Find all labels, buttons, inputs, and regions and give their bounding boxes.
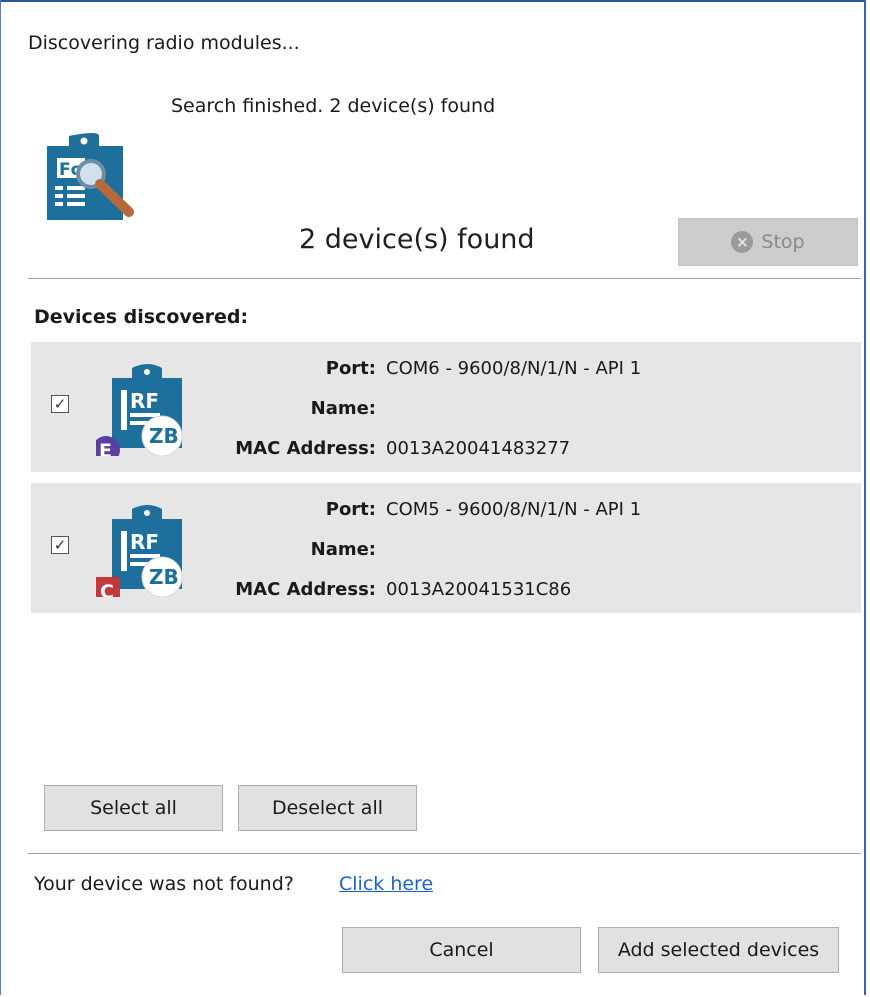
mac-value: 0013A20041531C86 [386,579,572,600]
device-not-found-text: Your device was not found? [34,873,294,895]
mac-label: MAC Address: [235,579,376,600]
dialog-title: Discovering radio modules... [28,32,300,54]
device-row[interactable]: ✓ RF ZB E Port: COM6 - 9600/8/N/1/N - AP… [31,342,861,472]
port-value: COM5 - 9600/8/N/1/N - API 1 [386,499,642,520]
mac-label: MAC Address: [235,438,376,459]
stop-icon: × [731,231,754,253]
mac-value: 0013A20041483277 [386,438,571,459]
click-here-link[interactable]: Click here [339,873,433,895]
stop-button[interactable]: × Stop [678,218,858,266]
search-status: Search finished. 2 device(s) found [171,95,496,117]
device-count: 2 device(s) found [299,224,535,255]
discovery-dialog: Discovering radio modules... Fc Search f… [0,0,866,995]
select-all-button[interactable]: Select all [44,785,223,831]
name-label: Name: [310,398,376,419]
add-selected-devices-button[interactable]: Add selected devices [598,927,839,973]
divider [28,853,861,854]
devices-heading: Devices discovered: [34,306,249,328]
port-label: Port: [325,499,376,520]
name-label: Name: [310,539,376,560]
port-value: COM6 - 9600/8/N/1/N - API 1 [386,358,642,379]
divider [28,278,861,279]
device-row[interactable]: ✓ RF ZB C Port: COM5 - 9600/8/N/1/N - AP… [31,483,861,613]
deselect-all-button[interactable]: Deselect all [238,785,417,831]
radio-discovery-icon: Fc [39,132,139,228]
stop-label: Stop [761,231,805,253]
port-label: Port: [325,358,376,379]
cancel-button[interactable]: Cancel [342,927,581,973]
